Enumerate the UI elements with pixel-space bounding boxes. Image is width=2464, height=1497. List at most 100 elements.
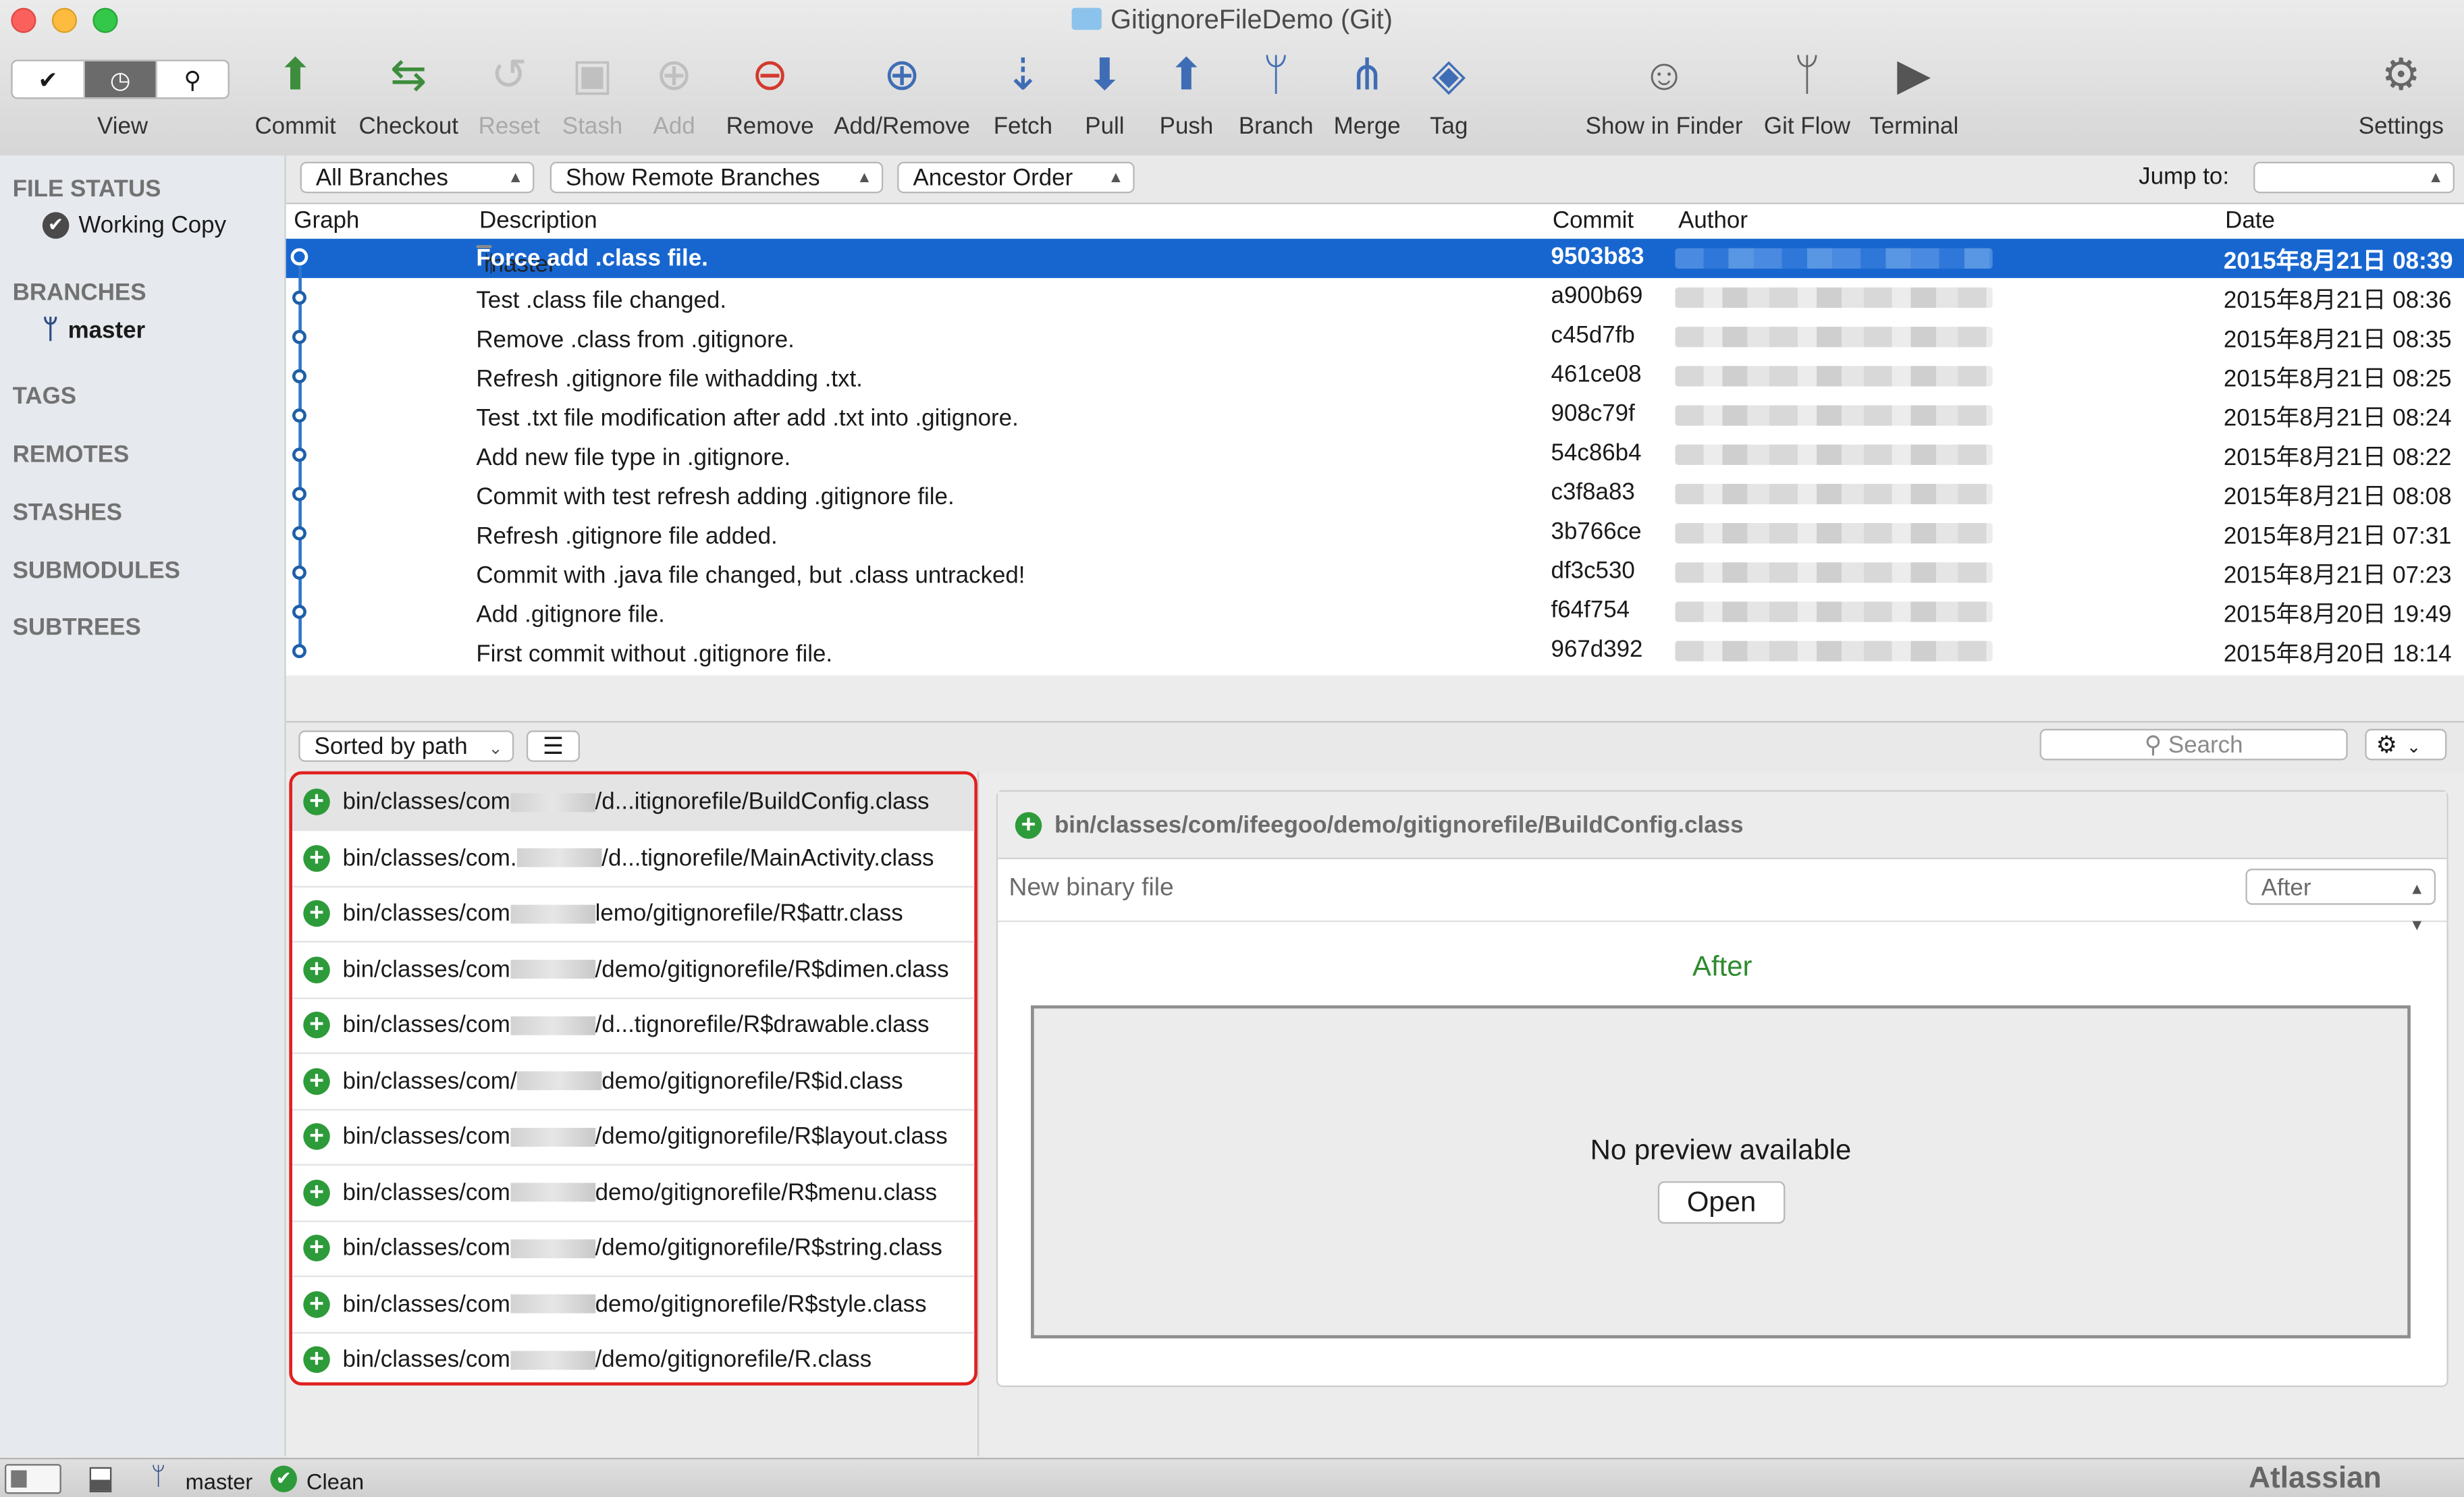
added-icon: + <box>303 1290 330 1317</box>
sidebar-header-submodules[interactable]: SUBMODULES <box>13 557 180 584</box>
open-button[interactable]: Open <box>1657 1181 1786 1224</box>
file-list-item[interactable]: + bin/classes/com lemo/gitignorefile/R$att… <box>292 886 975 943</box>
binary-preview-box: No preview available Open <box>1031 1005 2411 1338</box>
commit-hash: df3c530 <box>1551 557 1635 584</box>
toolbar-button-label: Commit <box>255 113 336 140</box>
file-path-prefix: bin/classes/com <box>342 1346 510 1373</box>
added-icon: + <box>303 1178 330 1206</box>
file-list-item[interactable]: + bin/classes/com demo/gitignorefile/R$men… <box>292 1165 975 1222</box>
pull-button[interactable]: ⬇ Pull <box>1073 44 1136 140</box>
git-flow-button[interactable]: ᛘ Git Flow <box>1757 44 1857 140</box>
commit-history-table: Graph Description Commit Author Date ᛘ m… <box>286 204 2464 676</box>
panel-toggle-icon[interactable] <box>89 1467 112 1493</box>
history-view-button[interactable]: ◷ <box>84 61 157 98</box>
graph-commit-node <box>292 447 306 462</box>
branch-button[interactable]: ᛘ Branch <box>1235 44 1317 140</box>
sidebar-header-stashes[interactable]: STASHES <box>13 499 122 526</box>
view-segmented-control[interactable]: ✔ ◷ ⚲ <box>11 59 230 99</box>
toolbar-button-label: Tag <box>1430 113 1468 140</box>
file-path-prefix: bin/classes/com <box>342 1234 510 1261</box>
chevron-down-icon: ⌄ <box>488 740 503 759</box>
tag-button[interactable]: ◈ Tag <box>1414 44 1483 140</box>
path-redacted <box>510 792 595 812</box>
file-status-view-button[interactable]: ✔ <box>13 61 85 98</box>
commit-hash: 967d392 <box>1551 636 1643 663</box>
file-list-item[interactable]: + bin/classes/com/demo/gitignorefile/R$di… <box>292 942 975 999</box>
remove-button[interactable]: ⊖ Remove <box>720 44 820 140</box>
terminal-icon: ▶ <box>1897 50 1931 99</box>
file-path-suffix: /demo/gitignorefile/R$string.class <box>595 1234 942 1261</box>
commit-row[interactable]: ᛘ master Force add .class file. 9503b83 201… <box>286 238 2464 278</box>
jump-to-select[interactable]: ▲▼ <box>2253 161 2455 219</box>
stash-button[interactable]: ▣ Stash <box>553 44 631 140</box>
diff-mode-select[interactable]: After ▲ ▼ <box>2245 869 2436 935</box>
show-in-finder-button[interactable]: ☺ Show in Finder <box>1578 44 1750 140</box>
push-button[interactable]: ⬆ Push <box>1152 44 1221 140</box>
commit-row[interactable]: Test .class file changed. a900b69 2015年8月2… <box>286 278 2464 317</box>
sidebar-header-tags[interactable]: TAGS <box>13 383 76 410</box>
order-select[interactable]: Ancestor Order▲▼ <box>897 161 1135 219</box>
sidebar-header-file-status[interactable]: FILE STATUS <box>13 176 161 203</box>
graph-commit-node <box>292 329 306 344</box>
commit-hash: 461ce08 <box>1551 361 1642 388</box>
file-list-item[interactable]: + bin/classes/com/demo/gitignorefile/R$id… <box>292 1054 975 1110</box>
commit-date: 2015年8月21日 08:22 <box>2223 444 2452 472</box>
sort-select[interactable]: Sorted by path ⌄ <box>298 730 514 762</box>
column-description[interactable]: Description <box>479 207 597 234</box>
sidebar-header-remotes[interactable]: REMOTES <box>13 441 130 468</box>
search-input[interactable]: ⚲ Search <box>2039 728 2348 761</box>
path-redacted <box>510 1239 595 1258</box>
reset-button[interactable]: ↺ Reset <box>471 44 547 140</box>
commit-row[interactable]: Commit with .java file changed, but .cla… <box>286 553 2464 592</box>
commit-row[interactable]: Refresh .gitignore file added. 3b766ce 201… <box>286 514 2464 553</box>
file-list-item[interactable]: + bin/classes/com/demo/gitignorefile/R$la… <box>292 1109 975 1166</box>
file-path-prefix: bin/classes/com <box>342 900 510 927</box>
sidebar-item-working-copy[interactable]: ✔ Working Copy <box>42 212 226 239</box>
file-list-item[interactable]: + bin/classes/com/demo/gitignorefile/R.cl… <box>292 1332 974 1382</box>
sidebar-header-subtrees[interactable]: SUBTREES <box>13 614 141 641</box>
commit-row[interactable]: First commit without .gitignore file. 967… <box>286 632 2464 671</box>
commit-button[interactable]: ⬆ Commit <box>248 44 343 140</box>
sidebar-toggle-icon[interactable] <box>4 1464 61 1494</box>
commit-hash: a900b69 <box>1551 282 1643 310</box>
file-list-item[interactable]: + bin/classes/com/d...itignorefile/BuildC… <box>292 774 975 832</box>
file-options-button[interactable]: ⚙ ⌄ <box>2365 728 2447 761</box>
list-view-toggle[interactable]: ☰ <box>526 730 580 762</box>
merge-button[interactable]: ⋔ Merge <box>1329 44 1405 140</box>
commit-row[interactable]: Add new file type in .gitignore. 54c86b4 2… <box>286 435 2464 474</box>
file-list-item[interactable]: + bin/classes/com/d...tignorefile/R$drawa… <box>292 998 975 1054</box>
checkout-button[interactable]: ⇆ Checkout <box>352 44 465 140</box>
column-author[interactable]: Author <box>1678 207 1748 234</box>
file-list-item[interactable]: + bin/classes/com. /d...tignorefile/MainAc… <box>292 830 975 887</box>
pull-icon: ⬇ <box>1086 50 1123 99</box>
commit-row[interactable]: Remove .class from .gitignore. c45d7fb 201… <box>286 317 2464 356</box>
author-redacted <box>1675 562 1993 583</box>
author-redacted <box>1675 444 1993 465</box>
file-list-item[interactable]: + bin/classes/com demo/gitignorefile/R$sty… <box>292 1276 975 1333</box>
column-graph[interactable]: Graph <box>294 207 359 234</box>
terminal-button[interactable]: ▶ Terminal <box>1864 44 1964 140</box>
search-view-button[interactable]: ⚲ <box>157 61 228 98</box>
commit-row[interactable]: Test .txt file modification after add .t… <box>286 396 2464 435</box>
sidebar-item-master[interactable]: ᛘ master <box>43 314 145 346</box>
path-redacted <box>516 848 602 867</box>
commit-hash: 3b766ce <box>1551 518 1642 545</box>
column-commit[interactable]: Commit <box>1553 207 1634 234</box>
fetch-button[interactable]: ⇣ Fetch <box>984 44 1062 140</box>
graph-commit-node <box>292 605 306 619</box>
settings-button[interactable]: ⚙ Settings <box>2351 44 2451 140</box>
search-icon: ⚲ <box>2144 732 2162 759</box>
sidebar-header-branches[interactable]: BRANCHES <box>13 279 146 306</box>
commit-row[interactable]: Commit with test refresh adding .gitigno… <box>286 474 2464 514</box>
add-button[interactable]: ⊕ Add <box>639 44 708 140</box>
file-path-suffix: /d...tignorefile/R$drawable.class <box>595 1011 930 1039</box>
add-remove-button[interactable]: ⊕ Add/Remove <box>830 44 974 140</box>
remote-branches-select[interactable]: Show Remote Branches▲▼ <box>550 161 884 219</box>
commit-row[interactable]: Refresh .gitignore file withadding .txt.… <box>286 356 2464 396</box>
commit-row[interactable]: Add .gitignore file. f64f754 2015年8月20日 19… <box>286 592 2464 631</box>
branches-filter-select[interactable]: All Branches▲▼ <box>300 161 535 219</box>
file-list-item[interactable]: + bin/classes/com/demo/gitignorefile/R$st… <box>292 1220 975 1278</box>
highlighted-file-list: + bin/classes/com/d...itignorefile/BuildC… <box>289 771 977 1386</box>
column-date[interactable]: Date <box>2225 207 2275 234</box>
diff-panel: + bin/classes/com/ifeegoo/demo/gitignore… <box>996 790 2448 1388</box>
